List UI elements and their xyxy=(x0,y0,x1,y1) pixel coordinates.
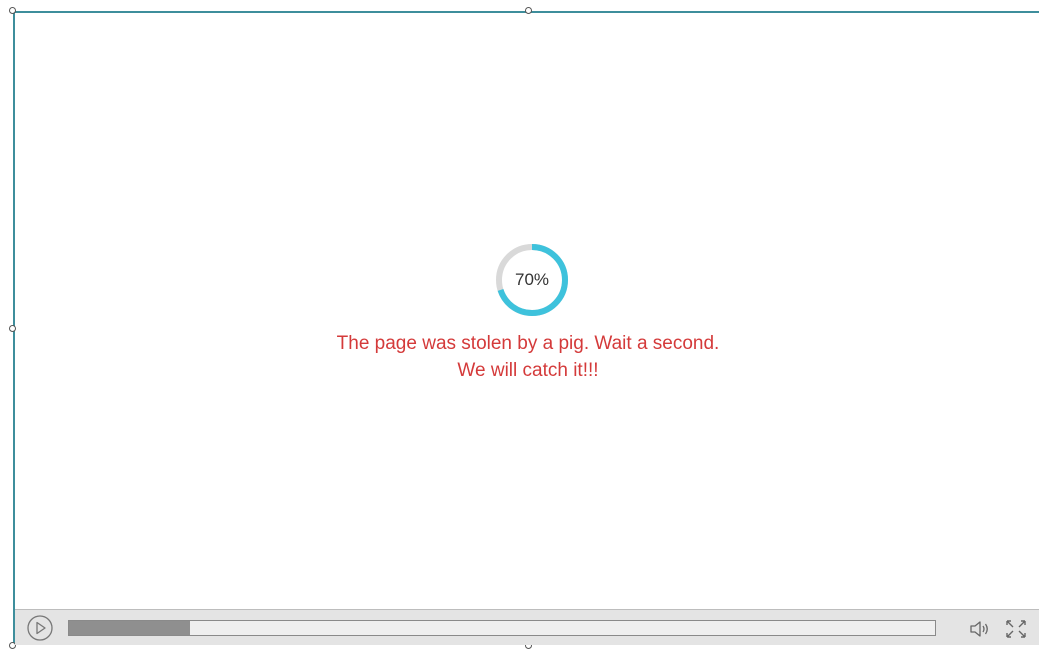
volume-button[interactable] xyxy=(969,619,991,639)
error-message-line-1: The page was stolen by a pig. Wait a sec… xyxy=(336,333,720,354)
resize-handle-middle-left[interactable] xyxy=(9,325,16,332)
player-control-bar xyxy=(15,609,1039,645)
page-frame xyxy=(13,11,1039,645)
playback-progress-bar[interactable] xyxy=(68,620,936,636)
resize-handle-top-left[interactable] xyxy=(9,7,16,14)
fullscreen-button[interactable] xyxy=(1005,619,1027,639)
loading-spinner: 70% xyxy=(494,242,570,318)
play-button[interactable] xyxy=(27,615,53,641)
play-icon xyxy=(27,615,53,641)
volume-icon xyxy=(970,621,988,637)
error-message-line-2: We will catch it!!! xyxy=(457,360,599,381)
fullscreen-icon xyxy=(1006,620,1026,638)
playback-progress-fill xyxy=(69,621,190,635)
resize-handle-top-center[interactable] xyxy=(525,7,532,14)
loading-percent: 70% xyxy=(514,270,550,289)
